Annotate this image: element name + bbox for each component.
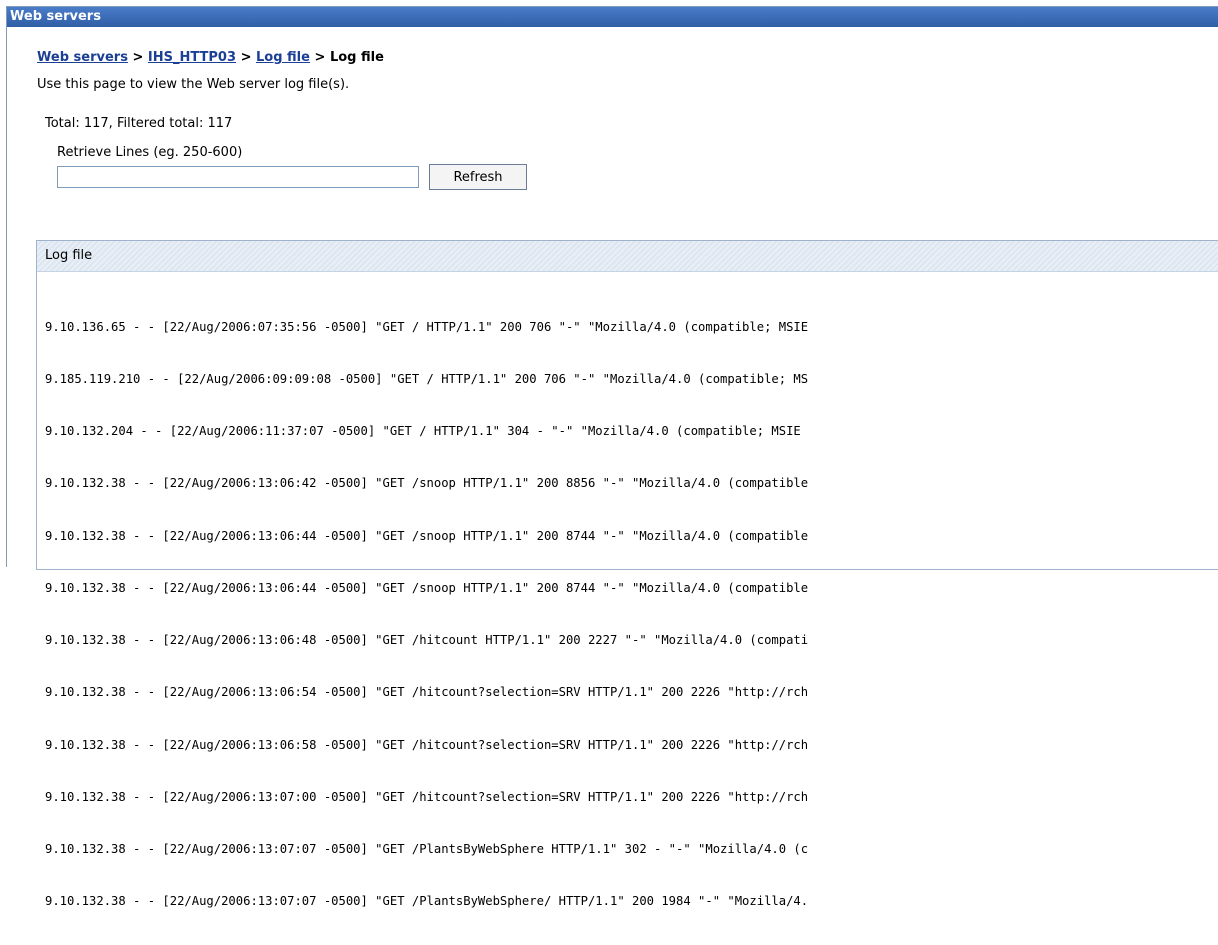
retrieve-lines-section: Retrieve Lines (eg. 250-600) Refresh: [57, 145, 1218, 190]
log-line: 9.10.132.38 - - [22/Aug/2006:13:06:44 -0…: [45, 528, 809, 543]
breadcrumb-separator: >: [240, 50, 252, 65]
log-file-panel: Log file 9.10.136.65 - - [22/Aug/2006:07…: [36, 240, 1218, 908]
breadcrumb-web-servers-link[interactable]: Web servers: [37, 50, 128, 65]
log-line: 9.10.132.38 - - [22/Aug/2006:13:07:07 -0…: [45, 894, 809, 909]
totals-text: Total: 117, Filtered total: 117: [45, 116, 233, 131]
breadcrumb-ihs-http03-link[interactable]: IHS_HTTP03: [148, 50, 236, 65]
page-description: Use this page to view the Web server log…: [37, 77, 350, 92]
breadcrumb-current: Log file: [329, 50, 384, 65]
log-line: 9.10.132.38 - - [22/Aug/2006:13:06:54 -0…: [45, 685, 809, 700]
breadcrumb: Web servers > IHS_HTTP03 > Log file > Lo…: [37, 50, 1218, 65]
log-line: 9.10.132.38 - - [22/Aug/2006:13:06:44 -0…: [45, 580, 809, 595]
retrieve-lines-input[interactable]: [57, 166, 419, 188]
breadcrumb-log-file-link[interactable]: Log file: [256, 50, 310, 65]
window-title: Web servers: [7, 7, 1218, 27]
log-file-panel-header: Log file: [37, 241, 1218, 272]
log-line: 9.10.132.38 - - [22/Aug/2006:13:07:00 -0…: [45, 789, 809, 804]
page-content: Web servers > IHS_HTTP03 > Log file > Lo…: [7, 50, 1218, 190]
breadcrumb-separator: >: [132, 50, 144, 65]
log-line: 9.10.132.38 - - [22/Aug/2006:13:06:58 -0…: [45, 737, 809, 752]
log-line: 9.10.132.38 - - [22/Aug/2006:13:06:48 -0…: [45, 633, 809, 648]
retrieve-lines-row: Refresh: [57, 164, 1218, 190]
log-line: 9.10.132.204 - - [22/Aug/2006:11:37:07 -…: [45, 424, 801, 439]
log-line: 9.10.136.65 - - [22/Aug/2006:07:35:56 -0…: [45, 319, 809, 334]
log-line: 9.185.119.210 - - [22/Aug/2006:09:09:08 …: [45, 372, 809, 387]
refresh-button[interactable]: Refresh: [429, 164, 527, 190]
retrieve-lines-label: Retrieve Lines (eg. 250-600): [57, 145, 243, 160]
log-line: 9.10.132.38 - - [22/Aug/2006:13:06:42 -0…: [45, 476, 809, 491]
log-line: 9.10.132.38 - - [22/Aug/2006:13:07:07 -0…: [45, 842, 809, 856]
log-file-content: 9.10.136.65 - - [22/Aug/2006:07:35:56 -0…: [37, 272, 1218, 945]
breadcrumb-separator: >: [314, 50, 326, 65]
